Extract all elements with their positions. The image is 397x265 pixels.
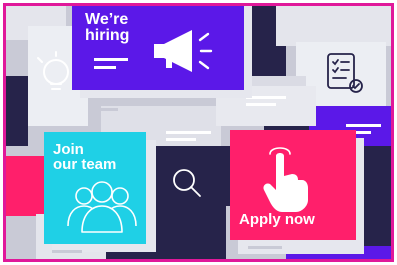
hiring-line-1: We’re (85, 11, 129, 28)
join-title: Join our team (53, 142, 116, 173)
collage-background (6, 6, 391, 259)
bg-tile (276, 6, 391, 46)
join-line-2: our team (53, 156, 117, 174)
illustration: We’re hiring Join our team Apply now (0, 0, 397, 265)
join-line-1: Join (53, 141, 84, 158)
hiring-title: We’re hiring (85, 11, 130, 45)
bg-tile (6, 156, 46, 216)
bg-tile (6, 76, 28, 146)
apply-title: Apply now (239, 211, 315, 228)
bg-tile (146, 146, 236, 206)
image-frame: We’re hiring Join our team Apply now (3, 3, 394, 262)
hiring-line-2: hiring (85, 27, 130, 45)
